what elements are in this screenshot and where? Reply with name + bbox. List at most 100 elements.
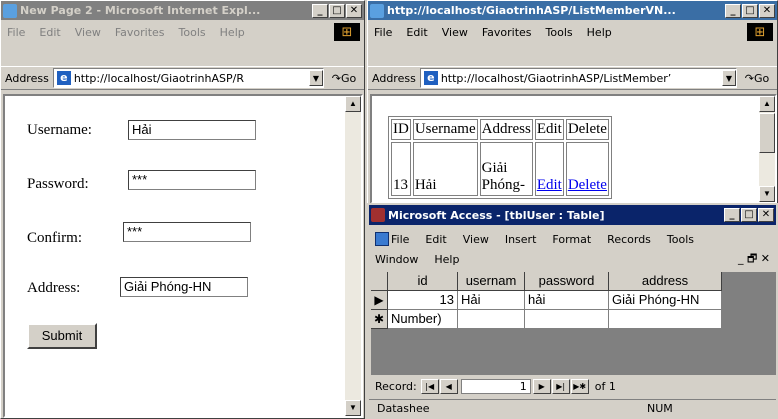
ie1-menubar: File Edit View Favorites Tools Help ⊞ <box>1 22 364 42</box>
new-cell-id[interactable]: Number) <box>388 310 458 329</box>
ie1-titlebar[interactable]: New Page 2 - Microsoft Internet Expl... … <box>1 1 364 20</box>
ie2-titlebar[interactable]: http://localhost/GiaotrinhASP/ListMember… <box>368 1 777 20</box>
minimize-button[interactable]: _ <box>725 3 741 18</box>
address-dropdown-button[interactable]: ▼ <box>722 70 736 86</box>
menu-view[interactable]: View <box>463 233 489 246</box>
password-input[interactable]: *** <box>128 170 256 190</box>
maximize-button[interactable]: □ <box>741 208 757 222</box>
scroll-down-button[interactable]: ▼ <box>759 186 775 202</box>
cell-id[interactable]: 13 <box>388 291 458 310</box>
scroll-up-button[interactable]: ▲ <box>345 96 361 112</box>
cell-username[interactable]: Hải <box>458 291 525 310</box>
ie1-title: New Page 2 - Microsoft Internet Expl... <box>20 4 261 17</box>
menu-file[interactable]: File <box>391 233 409 246</box>
menu-help[interactable]: Help <box>434 253 459 266</box>
new-record-indicator[interactable]: ✱ <box>371 310 388 329</box>
cell-password[interactable]: hải <box>525 291 609 310</box>
confirm-input[interactable]: *** <box>123 222 251 242</box>
column-header-password[interactable]: password <box>525 272 609 291</box>
cell-username: Hải <box>412 142 478 196</box>
menu-view[interactable]: View <box>442 26 468 39</box>
address-field-input[interactable]: Giải Phóng-HN <box>120 277 248 297</box>
first-record-button[interactable]: |◀ <box>420 378 439 394</box>
menu-tools[interactable]: Tools <box>179 26 206 39</box>
menu-edit[interactable]: Edit <box>39 26 60 39</box>
menu-file[interactable]: File <box>7 26 25 39</box>
close-button[interactable]: ✕ <box>346 3 362 18</box>
submit-button[interactable]: Submit <box>27 323 97 349</box>
header-delete: Delete <box>565 119 609 140</box>
table-icon <box>375 232 389 246</box>
select-all-corner[interactable] <box>371 272 388 291</box>
menu-tools[interactable]: Tools <box>546 26 573 39</box>
column-header-username[interactable]: usernam <box>458 272 525 291</box>
current-record-indicator[interactable]: ▶ <box>371 291 388 310</box>
new-record-button[interactable]: ▶✱ <box>570 378 589 394</box>
table-row: 13 Hải Giải Phóng- Edit Delete <box>391 142 609 196</box>
access-titlebar[interactable]: Microsoft Access - [tblUser : Table] _ □… <box>369 205 776 225</box>
ie-page-icon: e <box>423 71 438 85</box>
menu-edit[interactable]: Edit <box>425 233 446 246</box>
address-label: Address <box>372 71 416 85</box>
address-input[interactable]: e http://localhost/GiaotrinhASP/ListMemb… <box>419 68 737 88</box>
last-record-button[interactable]: ▶| <box>551 378 570 394</box>
minimize-button[interactable]: _ <box>312 3 328 18</box>
menu-tools[interactable]: Tools <box>667 233 694 246</box>
maximize-button[interactable]: □ <box>742 3 758 18</box>
menu-favorites[interactable]: Favorites <box>482 26 532 39</box>
new-cell-username[interactable] <box>458 310 525 329</box>
menu-insert[interactable]: Insert <box>505 233 537 246</box>
record-label: Record: <box>375 379 417 393</box>
ie2-address-bar: Address e http://localhost/GiaotrinhASP/… <box>368 66 777 90</box>
status-num: NUM <box>647 402 673 415</box>
go-button[interactable]: ↷Go <box>324 72 364 85</box>
menu-help[interactable]: Help <box>220 26 245 39</box>
scroll-down-button[interactable]: ▼ <box>345 400 361 416</box>
prev-record-button[interactable]: ◀ <box>439 378 458 394</box>
scroll-thumb[interactable] <box>759 113 775 153</box>
ie1-address-bar: Address e http://localhost/GiaotrinhASP/… <box>1 66 364 90</box>
windows-logo-icon: ⊞ <box>747 23 773 41</box>
new-cell-address[interactable] <box>609 310 722 329</box>
cell-delete: Delete <box>565 142 609 196</box>
menu-edit[interactable]: Edit <box>406 26 427 39</box>
menu-records[interactable]: Records <box>607 233 651 246</box>
minimize-button[interactable]: _ <box>724 208 740 222</box>
member-table: ID Username Address Edit Delete 13 Hải G… <box>388 116 612 199</box>
ie2-vertical-scrollbar[interactable]: ▲ ▼ <box>759 96 775 202</box>
menu-window[interactable]: Window <box>375 253 418 266</box>
access-window: Microsoft Access - [tblUser : Table] _ □… <box>367 203 778 419</box>
status-view: Datashee <box>377 402 430 415</box>
delete-link[interactable]: Delete <box>568 177 607 193</box>
header-id: ID <box>391 119 411 140</box>
new-cell-password[interactable] <box>525 310 609 329</box>
record-number-input[interactable]: 1 <box>460 378 531 394</box>
doc-window-controls[interactable]: _ 🗗 ✕ <box>738 250 770 269</box>
access-menu-row-1: File Edit View Insert Format Records Too… <box>369 229 776 249</box>
password-label: Password: <box>27 176 89 192</box>
ie2-page-content: ID Username Address Edit Delete 13 Hải G… <box>370 94 777 204</box>
username-label: Username: <box>27 122 92 138</box>
column-header-address[interactable]: address <box>609 272 722 291</box>
next-record-button[interactable]: ▶ <box>532 378 551 394</box>
ie-app-icon <box>3 3 17 18</box>
cell-address[interactable]: Giải Phóng-HN <box>609 291 722 310</box>
close-button[interactable]: ✕ <box>758 208 774 222</box>
menu-file[interactable]: File <box>374 26 392 39</box>
address-input[interactable]: e http://localhost/GiaotrinhASP/R ▼ <box>52 68 324 88</box>
column-header-id[interactable]: id <box>388 272 458 291</box>
menu-view[interactable]: View <box>75 26 101 39</box>
address-url: http://localhost/GiaotrinhASP/R <box>73 71 244 85</box>
menu-favorites[interactable]: Favorites <box>115 26 165 39</box>
ie1-vertical-scrollbar[interactable]: ▲ ▼ <box>345 96 361 416</box>
header-edit: Edit <box>534 119 564 140</box>
go-button[interactable]: ↷Go <box>737 72 777 85</box>
address-dropdown-button[interactable]: ▼ <box>309 70 323 86</box>
menu-help[interactable]: Help <box>587 26 612 39</box>
username-input[interactable]: Hải <box>128 120 256 140</box>
scroll-up-button[interactable]: ▲ <box>759 96 775 112</box>
close-button[interactable]: ✕ <box>759 3 775 18</box>
menu-format[interactable]: Format <box>552 233 591 246</box>
maximize-button[interactable]: □ <box>329 3 345 18</box>
edit-link[interactable]: Edit <box>537 177 562 193</box>
